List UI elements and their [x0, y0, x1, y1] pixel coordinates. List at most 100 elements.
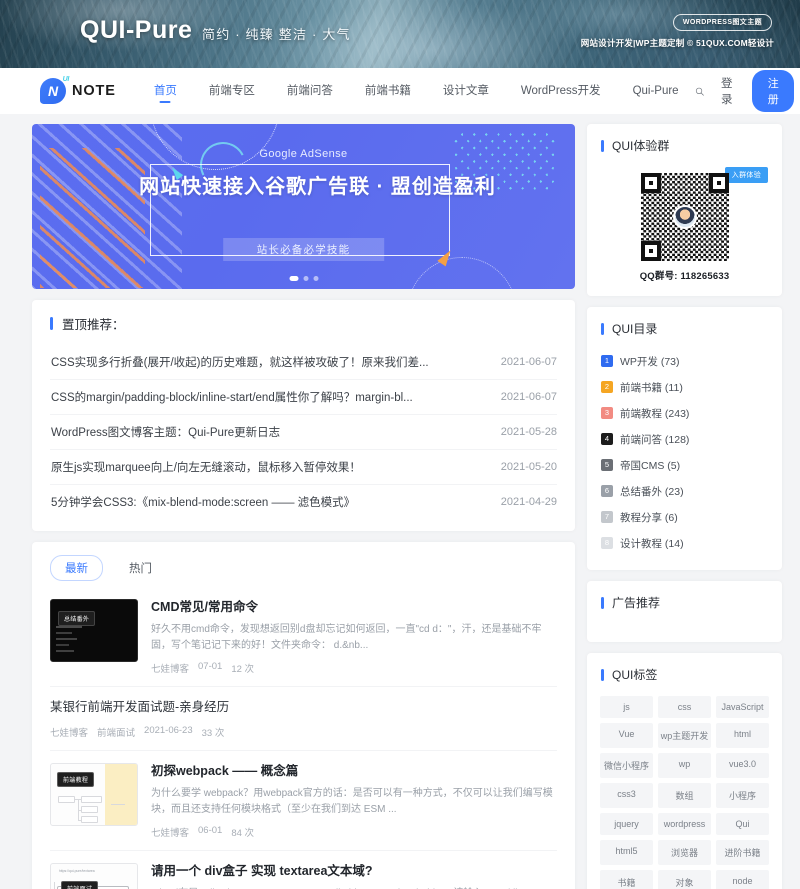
catalog-title: QUI目录 [612, 320, 657, 337]
tag-item[interactable]: 书籍 [600, 870, 653, 889]
tag-item[interactable]: wp主题开发 [658, 723, 711, 748]
article-views: 84 次 [231, 825, 254, 839]
tags-title: QUI标签 [612, 666, 657, 683]
tag-item[interactable]: 微信小程序 [600, 753, 653, 778]
nav-links: 首页 前端专区 前端问答 前端书籍 设计文章 WordPress开发 Qui-P… [138, 68, 695, 114]
nav-item-home[interactable]: 首页 [138, 68, 193, 114]
catalog-item-tutorial-share[interactable]: 7 教程分享 (6) [601, 504, 768, 530]
tag-item[interactable]: Vue [600, 723, 653, 748]
tag-item[interactable]: css [658, 696, 711, 718]
nav-item-qui-pure[interactable]: Qui-Pure [617, 68, 695, 114]
nav-item-design-articles[interactable]: 设计文章 [427, 68, 505, 114]
catalog-item-label: 前端书籍 (11) [620, 380, 683, 395]
article-title[interactable]: 初探webpack —— 概念篇 [151, 763, 557, 780]
tag-item[interactable]: 数组 [658, 783, 711, 808]
tag-item[interactable]: html [716, 723, 769, 748]
article-body: 初探webpack —— 概念篇 为什么要学 webpack？用webpack官… [151, 763, 557, 839]
banner-carousel-dots[interactable] [289, 276, 318, 281]
register-button[interactable]: 注册 [752, 70, 794, 112]
promo-banner[interactable]: Google AdSense 网站快速接入谷歌广告联 · 盟创造盈利 站长必备必… [32, 124, 575, 289]
article-date: 2021-06-23 [144, 725, 193, 739]
tag-item[interactable]: js [600, 696, 653, 718]
login-link[interactable]: 登录 [721, 75, 735, 107]
qq-group-header: QUI体验群 [587, 124, 782, 163]
tag-item[interactable]: Qui [716, 813, 769, 835]
carousel-dot-3[interactable] [313, 276, 318, 281]
tab-latest[interactable]: 最新 [50, 555, 103, 581]
feed-tabs: 最新 热门 [32, 542, 575, 587]
article-date: 07-01 [198, 661, 222, 675]
article-excerpt: 为什么要学 webpack？用webpack官方的话：是否可以有一种方式，不仅可… [151, 786, 557, 819]
article-title[interactable]: CMD常见/常用命令 [151, 599, 557, 616]
article-title[interactable]: 某银行前端开发面试题-亲身经历 [50, 699, 557, 716]
article-item[interactable]: 某银行前端开发面试题-亲身经历 七娃博客 前端面试 2021-06-23 33 … [50, 687, 557, 751]
article-item[interactable]: 前端教程 初探webpack —— 概念篇 为什么要学 webpack？用 [50, 751, 557, 851]
nav-item-frontend-zone[interactable]: 前端专区 [193, 68, 271, 114]
thumbnail-code-lines [56, 626, 82, 656]
catalog-item-wp-dev[interactable]: 1 WP开发 (73) [601, 348, 768, 374]
catalog-rank-badge: 1 [601, 355, 613, 367]
tag-item[interactable]: css3 [600, 783, 653, 808]
tag-item[interactable]: jquery [600, 813, 653, 835]
logo-icon: N UI [40, 78, 66, 104]
sticky-item[interactable]: WordPress图文博客主题：Qui-Pure更新日志 2021-05-28 [50, 414, 557, 449]
catalog-item-label: 帝国CMS (5) [620, 458, 680, 473]
hero-credit-text: 网站设计开发|WP主题定制 © 51QUX.COM轻设计 [581, 37, 774, 49]
tag-item[interactable]: wordpress [658, 813, 711, 835]
nav-item-wordpress-dev[interactable]: WordPress开发 [505, 68, 617, 114]
site-logo[interactable]: N UI NOTE [40, 78, 116, 104]
catalog-item-empire-cms[interactable]: 5 帝国CMS (5) [601, 452, 768, 478]
article-item[interactable]: 总结番外 CMD常见/常用命令 好久不用cmd命令，发现想返回别d盘却忘记如何返… [50, 587, 557, 687]
carousel-dot-1[interactable] [289, 276, 298, 281]
qq-group-number: QQ群号: 118265633 [601, 268, 768, 282]
sticky-item[interactable]: CSS实现多行折叠(展开/收起)的历史难题，就这样被攻破了！原来我们差... 2… [50, 345, 557, 379]
catalog-item-label: 设计教程 (14) [620, 536, 684, 551]
qq-group-title: QUI体验群 [612, 137, 669, 154]
carousel-dot-2[interactable] [303, 276, 308, 281]
banner-arc-decor-2 [407, 257, 517, 289]
catalog-rank-badge: 8 [601, 537, 613, 549]
nav-actions: 登录 注册 [695, 70, 795, 112]
logo-letter: N [48, 84, 58, 98]
tag-item[interactable]: 对象 [658, 870, 711, 889]
join-group-badge[interactable]: 入群体验 [725, 167, 768, 183]
theme-badge: WORDPRESS图文主题 [673, 14, 772, 31]
tag-item[interactable]: html5 [600, 840, 653, 865]
article-title[interactable]: 请用一个 div盒子 实现 textarea文本域? [151, 863, 557, 880]
catalog-list: 1 WP开发 (73) 2 前端书籍 (11) 3 前端教程 (243) 4 前… [587, 346, 782, 570]
catalog-item-frontend-tutorials[interactable]: 3 前端教程 (243) [601, 400, 768, 426]
hero-banner: QUI-Pure 简约 · 纯臻 整洁 · 大气 WORDPRESS图文主题 网… [0, 0, 800, 68]
main-navigation-bar: N UI NOTE 首页 前端专区 前端问答 前端书籍 设计文章 WordPre… [0, 68, 800, 114]
catalog-item-summary-extra[interactable]: 6 总结番外 (23) [601, 478, 768, 504]
tag-item[interactable]: wp [658, 753, 711, 778]
sticky-recommend-title: 置顶推荐： [62, 314, 125, 333]
search-icon[interactable] [695, 84, 704, 99]
catalog-item-label: 总结番外 (23) [620, 484, 684, 499]
nav-item-frontend-qa[interactable]: 前端问答 [271, 68, 349, 114]
catalog-item-design-tutorials[interactable]: 8 设计教程 (14) [601, 530, 768, 556]
tag-item[interactable]: 小程序 [716, 783, 769, 808]
banner-eyebrow: Google AdSense [32, 148, 575, 160]
tag-item[interactable]: vue3.0 [716, 753, 769, 778]
article-thumbnail: https://qui-pure/textarea 前端面试 [50, 863, 138, 889]
article-date: 06-01 [198, 825, 222, 839]
article-excerpt: 好久不用cmd命令，发现想返回别d盘却忘记如何返回，一直"cd d："，汗，还是… [151, 622, 557, 655]
tag-item[interactable]: JavaScript [716, 696, 769, 718]
tag-item[interactable]: node [716, 870, 769, 889]
article-item[interactable]: https://qui-pure/textarea 前端面试 请用一个 div盒… [50, 851, 557, 889]
article-thumbnail: 总结番外 [50, 599, 138, 662]
ad-recommend-body [587, 620, 782, 642]
tag-item[interactable]: 进阶书籍 [716, 840, 769, 865]
catalog-item-frontend-books[interactable]: 2 前端书籍 (11) [601, 374, 768, 400]
sticky-item[interactable]: CSS的margin/padding-block/inline-start/en… [50, 379, 557, 414]
tag-item[interactable]: 浏览器 [658, 840, 711, 865]
qr-finder-top-left [641, 173, 661, 193]
sticky-item[interactable]: 5分钟学会CSS3:《mix-blend-mode:screen —— 滤色模式… [50, 484, 557, 519]
nav-item-frontend-books[interactable]: 前端书籍 [349, 68, 427, 114]
sticky-item[interactable]: 原生js实现marquee向上/向左无缝滚动，鼠标移入暂停效果！ 2021-05… [50, 449, 557, 484]
catalog-rank-badge: 6 [601, 485, 613, 497]
qr-finder-top-right [709, 173, 729, 193]
catalog-item-label: 前端问答 (128) [620, 432, 689, 447]
catalog-item-frontend-qa[interactable]: 4 前端问答 (128) [601, 426, 768, 452]
tab-popular[interactable]: 热门 [115, 556, 166, 580]
